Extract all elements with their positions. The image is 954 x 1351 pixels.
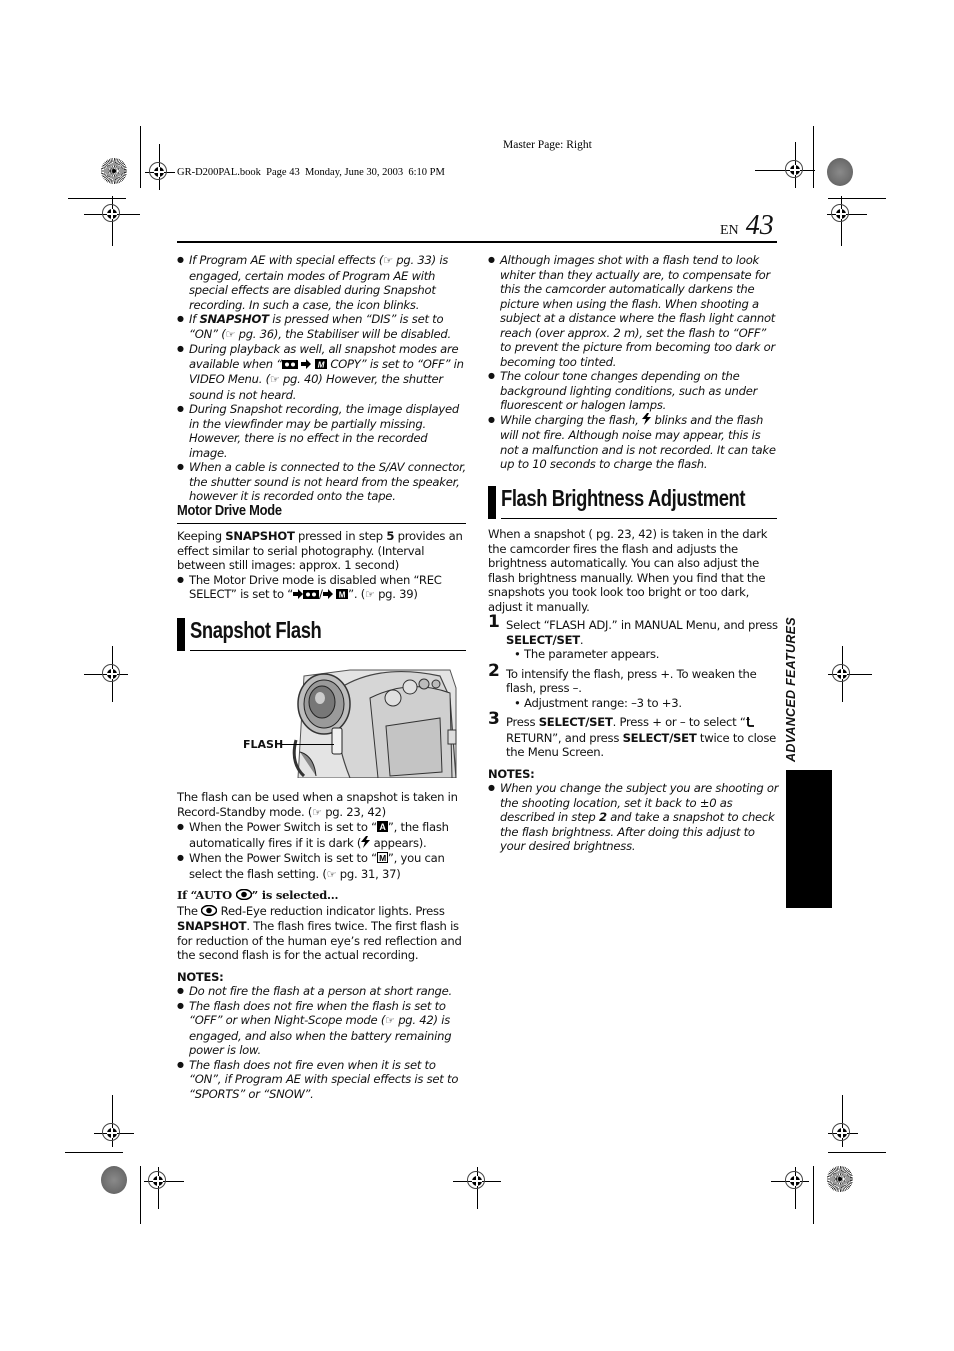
crop-line <box>65 1152 123 1153</box>
bullet-item: If Program AE with special effects (☞ pg… <box>177 253 469 312</box>
camcorder-figure <box>290 668 458 779</box>
step-sub-note: • Adjustment range: –3 to +3. <box>514 695 682 710</box>
left-column: If Program AE with special effects (☞ pg… <box>177 253 469 504</box>
crop-line <box>140 1166 141 1224</box>
bullet-item: When the Power Switch is set to “A”, the… <box>177 820 469 851</box>
step-2: 2 To intensify the flash, press +. To we… <box>488 660 780 711</box>
flash-label: FLASH <box>243 738 284 751</box>
note-item: Do not fire the flash at a person at sho… <box>177 984 469 999</box>
step-1: 1 Select “FLASH ADJ.” in MANUAL Menu, an… <box>488 612 780 662</box>
red-eye-icon <box>201 904 218 920</box>
flash-brightness-heading: Flash Brightness Adjustment <box>501 485 746 511</box>
svg-text:A: A <box>379 822 386 832</box>
bullet-item: When the Power Switch is set to “M”, you… <box>177 851 469 882</box>
arrow-right-icon <box>293 588 304 603</box>
side-tab-block <box>786 770 832 908</box>
auto-redeye-paragraph: The Red-Eye reduction indicator lights. … <box>177 903 462 963</box>
reference-icon: ☞ <box>326 867 337 881</box>
book-info: GR-D200PAL.book Page 43 Monday, June 30,… <box>177 167 445 178</box>
reference-icon: ☞ <box>312 805 322 819</box>
gray-mark-icon <box>101 1166 127 1194</box>
auto-redeye-heading: If “AUTO ” is selected... <box>177 888 339 904</box>
arrow-right-icon <box>322 588 333 603</box>
motor-drive-heading: Motor Drive Mode <box>177 502 282 519</box>
bullet-item: While charging the flash, blinks and the… <box>488 412 778 472</box>
flash-icon <box>642 412 652 429</box>
step-number: 1 <box>488 612 500 632</box>
memory-card-icon: M <box>336 588 349 603</box>
crop-line <box>828 198 886 199</box>
reference-icon: ☞ <box>269 373 280 386</box>
step-3: 3 Press SELECT/SET. Press + or – to sele… <box>488 709 777 759</box>
motor-drive-rule <box>177 523 466 524</box>
snapshot-flash-heading: Snapshot Flash <box>190 617 322 643</box>
side-tab-label: ADVANCED FEATURES <box>784 617 798 762</box>
crop-line <box>828 1152 886 1153</box>
snapshot-flash-rule <box>190 650 466 651</box>
crop-line <box>813 1166 814 1224</box>
starburst-mark-icon <box>101 158 127 184</box>
tape-icon <box>282 358 299 373</box>
page-number: 43 <box>745 210 774 241</box>
snapshot-flash-paragraph: The flash can be used when a snapshot is… <box>177 790 458 819</box>
bullet-item: When a cable is connected to the S/AV co… <box>177 460 469 504</box>
flash-brightness-bar <box>488 486 496 519</box>
bullet-item: The colour tone changes depending on the… <box>488 369 778 413</box>
svg-text:M: M <box>339 591 346 600</box>
motor-drive-body: Keeping SNAPSHOT pressed in step 5 provi… <box>177 529 469 603</box>
flash-brightness-intro: When a snapshot ( pg. 23, 42) is taken i… <box>488 527 768 614</box>
return-icon <box>745 716 755 731</box>
manual-mode-icon: M <box>376 852 388 867</box>
bullet-item: If SNAPSHOT is pressed when “DIS” is set… <box>177 312 469 342</box>
starburst-mark-icon <box>827 1166 853 1192</box>
right-column-bullets: Although images shot with a flash tend t… <box>488 253 778 472</box>
bullet-item: During Snapshot recording, the image dis… <box>177 402 469 460</box>
note-item: When you change the subject you are shoo… <box>488 781 780 854</box>
reference-icon: ☞ <box>385 1014 395 1027</box>
svg-text:M: M <box>318 360 325 369</box>
language-code: EN <box>720 223 739 238</box>
red-eye-icon <box>235 888 252 904</box>
reference-icon: ☞ <box>383 254 393 267</box>
arrow-right-icon <box>301 358 312 373</box>
step-number: 3 <box>488 709 500 729</box>
page-number-block: EN 43 <box>720 210 774 242</box>
master-page-label: Master Page: Right <box>503 139 592 151</box>
note-item: The flash does not fire when the flash i… <box>177 999 469 1058</box>
motor-drive-paragraph: Keeping SNAPSHOT pressed in step 5 provi… <box>177 529 463 572</box>
reference-icon: ☞ <box>225 327 236 341</box>
gray-mark-icon <box>827 158 853 186</box>
flash-brightness-body: When a snapshot ( pg. 23, 42) is taken i… <box>488 527 780 854</box>
step-sub-note: • The parameter appears. <box>514 647 660 661</box>
svg-text:M: M <box>379 853 386 863</box>
bullet-item: During playback as well, all snapshot mo… <box>177 342 469 402</box>
intro-bullets: If Program AE with special effects (☞ pg… <box>177 253 469 504</box>
flash-callout-line <box>282 744 334 745</box>
crop-line <box>813 126 814 188</box>
crop-line <box>140 126 141 188</box>
crop-line <box>68 198 126 199</box>
notes-heading: NOTES: <box>177 969 224 984</box>
flash-brightness-rule <box>501 518 777 519</box>
notes-list: Do not fire the flash at a person at sho… <box>177 984 469 1101</box>
notes-heading: NOTES: <box>488 766 535 781</box>
header-rule <box>177 241 777 243</box>
note-item: The flash does not fire even when it is … <box>177 1058 469 1102</box>
snapshot-flash-body: The flash can be used when a snapshot is… <box>177 790 469 1101</box>
flash-icon <box>361 835 371 852</box>
step-number: 2 <box>488 660 500 681</box>
camcorder-illustration <box>290 668 458 779</box>
tape-icon <box>303 588 320 603</box>
reference-icon: ☞ <box>365 588 375 601</box>
auto-mode-icon: A <box>376 821 388 836</box>
bullet-item: Although images shot with a flash tend t… <box>488 253 778 369</box>
memory-card-icon: M <box>314 358 327 373</box>
snapshot-flash-bar <box>177 618 185 651</box>
bullet-item: The Motor Drive mode is disabled when “R… <box>177 573 469 603</box>
